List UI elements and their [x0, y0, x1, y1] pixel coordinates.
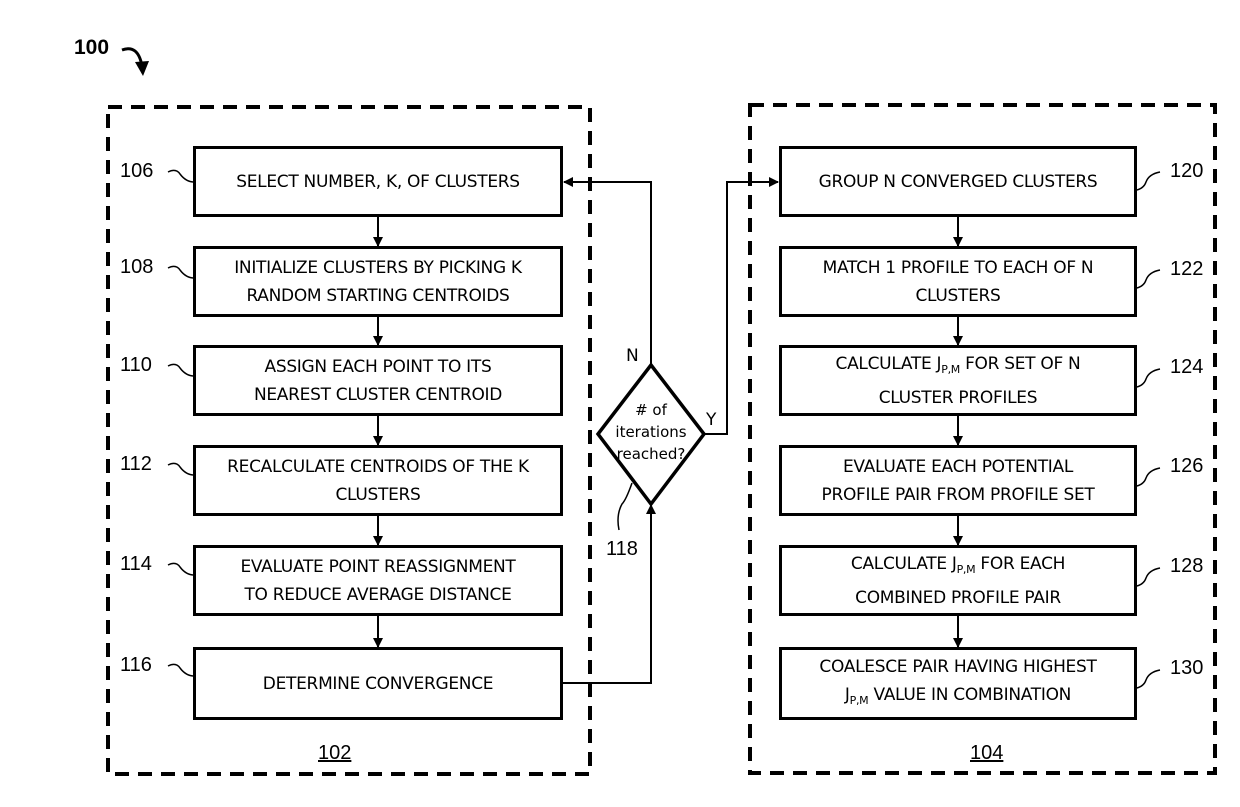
step-text: INITIALIZE CLUSTERS BY PICKING K	[234, 257, 522, 278]
leader-126	[1136, 467, 1161, 487]
step-text: NEAREST CLUSTER CENTROID	[253, 384, 503, 405]
step-text: TO REDUCE AVERAGE DISTANCE	[244, 584, 512, 605]
step-ref: 130	[1170, 657, 1204, 679]
leader-116	[167, 663, 195, 677]
leader-128	[1136, 567, 1161, 587]
step-ref: 122	[1170, 258, 1204, 280]
leader-118	[617, 482, 633, 531]
step-box-130: COALESCE PAIR HAVING HIGHEST JP,M VALUE …	[779, 647, 1137, 720]
step-ref: 110	[120, 354, 152, 376]
step-text: RECALCULATE CENTROIDS OF THE K	[227, 456, 529, 477]
leader-110	[167, 363, 195, 377]
step-ref: 124	[1170, 356, 1204, 378]
step-text: RANDOM STARTING CENTROIDS	[246, 285, 510, 306]
region-ref-102: 102	[318, 742, 352, 764]
step-text: GROUP N CONVERGED CLUSTERS	[818, 171, 1098, 192]
step-box-108: INITIALIZE CLUSTERS BY PICKING K RANDOM S…	[193, 246, 563, 317]
decision-no-label: N	[626, 346, 639, 366]
step-box-120: GROUP N CONVERGED CLUSTERS	[779, 146, 1137, 217]
step-text: EVALUATE EACH POTENTIAL	[842, 456, 1074, 477]
decision-ref: 118	[606, 538, 638, 560]
step-text: CLUSTER PROFILES	[878, 387, 1038, 408]
step-text: COALESCE PAIR HAVING HIGHEST	[819, 656, 1097, 677]
step-text: PROFILE PAIR FROM PROFILE SET	[821, 484, 1095, 505]
leader-130	[1136, 669, 1161, 689]
step-ref: 106	[120, 160, 154, 182]
leader-124	[1136, 368, 1161, 388]
step-text: CLUSTERS	[915, 285, 1001, 306]
step-ref: 108	[120, 256, 154, 278]
step-ref: 126	[1170, 455, 1204, 477]
step-text: ASSIGN EACH POINT TO ITS	[264, 356, 492, 377]
step-box-114: EVALUATE POINT REASSIGNMENT TO REDUCE AVE…	[193, 545, 563, 616]
step-text: JP,M VALUE IN COMBINATION	[844, 684, 1072, 707]
step-text: CALCULATE JP,M FOR SET OF N	[835, 353, 1081, 376]
arrow-no-to-106	[563, 177, 652, 365]
leader-108	[167, 265, 195, 279]
step-box-116: DETERMINE CONVERGENCE	[193, 647, 563, 720]
decision-text: # of iterations reached?	[615, 401, 687, 463]
region-ref-104: 104	[970, 742, 1004, 764]
step-box-106: SELECT NUMBER, K, OF CLUSTERS	[193, 146, 563, 217]
arrow-yes-to-120	[704, 177, 779, 435]
step-box-110: ASSIGN EACH POINT TO ITS NEAREST CLUSTER …	[193, 345, 563, 416]
step-box-126: EVALUATE EACH POTENTIAL PROFILE PAIR FROM…	[779, 445, 1137, 516]
step-ref: 114	[120, 553, 152, 575]
step-text: SELECT NUMBER, K, OF CLUSTERS	[236, 171, 520, 192]
step-ref: 128	[1170, 555, 1204, 577]
decision-yes-label: Y	[706, 410, 717, 430]
leader-120	[1136, 171, 1161, 191]
step-text: COMBINED PROFILE PAIR	[855, 587, 1061, 608]
step-text: EVALUATE POINT REASSIGNMENT	[240, 556, 516, 577]
step-text: CALCULATE JP,M FOR EACH	[850, 553, 1066, 576]
step-box-128: CALCULATE JP,M FOR EACH COMBINED PROFILE…	[779, 545, 1137, 616]
step-text: CLUSTERS	[335, 484, 421, 505]
step-ref: 112	[120, 453, 152, 475]
step-ref: 116	[120, 654, 152, 676]
leader-106	[167, 169, 195, 183]
step-box-122: MATCH 1 PROFILE TO EACH OF N CLUSTERS	[779, 246, 1137, 317]
step-box-112: RECALCULATE CENTROIDS OF THE K CLUSTERS	[193, 445, 563, 516]
leader-114	[167, 562, 195, 576]
step-text: DETERMINE CONVERGENCE	[262, 673, 494, 694]
arrow-116-decision	[561, 504, 656, 684]
leader-112	[167, 462, 195, 476]
leader-122	[1136, 269, 1161, 289]
step-text: MATCH 1 PROFILE TO EACH OF N	[822, 257, 1094, 278]
step-box-124: CALCULATE JP,M FOR SET OF N CLUSTER PROF…	[779, 345, 1137, 416]
figure-ref: 100	[74, 36, 110, 59]
step-ref: 120	[1170, 160, 1204, 182]
